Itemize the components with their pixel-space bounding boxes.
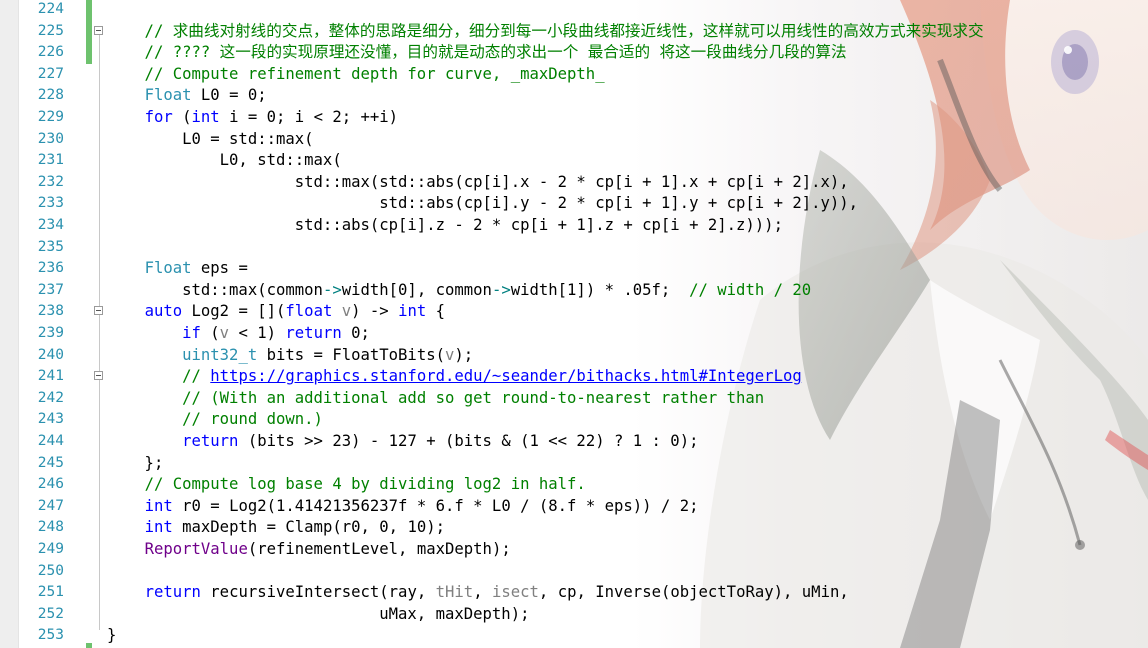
code-text: if (v < 1) return 0; (182, 324, 370, 342)
line-number: 242 (37, 389, 64, 406)
code-line[interactable]: 225 // 求曲线对射线的交点，整体的思路是细分，细分到每一小段曲线都接近线性… (0, 21, 1148, 43)
code-text: L0 = std::max( (107, 129, 314, 148)
code-line[interactable]: 237 std::max(common->width[0], common->w… (0, 280, 1148, 302)
code-line[interactable]: 234 std::abs(cp[i].z - 2 * cp[i + 1].z +… (0, 215, 1148, 237)
code-line[interactable]: 227 // Compute refinement depth for curv… (0, 64, 1148, 86)
code-line[interactable]: 230 L0 = std::max( (0, 129, 1148, 151)
code-line[interactable]: 243 // round down.) (0, 409, 1148, 431)
code-line[interactable]: 228 Float L0 = 0; (0, 85, 1148, 107)
code-line[interactable]: 233 std::abs(cp[i].y - 2 * cp[i + 1].y +… (0, 193, 1148, 215)
code-text: // https://graphics.stanford.edu/~seande… (182, 367, 802, 386)
code-line[interactable]: 226 // ???? 这一段的实现原理还没懂，目的就是动态的求出一个 最合适的… (0, 42, 1148, 64)
code-line[interactable]: 253 } (0, 625, 1148, 647)
line-number: 248 (37, 519, 64, 536)
code-line[interactable]: 246 // Compute log base 4 by dividing lo… (0, 474, 1148, 496)
code-text: std::max(std::abs(cp[i].x - 2 * cp[i + 1… (107, 172, 849, 191)
line-number: 239 (37, 325, 64, 341)
code-line[interactable]: 249 ReportValue(refinementLevel, maxDept… (0, 539, 1148, 561)
code-text: }; (107, 453, 164, 472)
line-number: 230 (37, 130, 64, 147)
code-line[interactable]: 245 }; (0, 453, 1148, 475)
code-line[interactable]: 224 (0, 0, 1148, 21)
code-text: // 求曲线对射线的交点，整体的思路是细分，细分到每一小段曲线都接近线性，这样就… (107, 21, 984, 40)
code-text: auto Log2 = [](float v) -> int { (144, 302, 446, 321)
code-text: uMax, maxDepth); (107, 604, 530, 623)
code-text: L0, std::max( (107, 151, 342, 170)
line-number: 236 (37, 260, 64, 277)
code-line[interactable]: 229 for (int i = 0; i < 2; ++i) (0, 107, 1148, 129)
code-editor[interactable]: 224 225 // 求曲线对射线的交点，整体的思路是细分，细分到每一小段曲线都… (0, 0, 1148, 648)
line-number: 245 (37, 454, 64, 471)
fold-collapse-icon[interactable] (94, 306, 103, 316)
code-line[interactable]: 250 (0, 561, 1148, 583)
code-text: for (int i = 0; i < 2; ++i) (144, 108, 399, 126)
line-number: 238 (37, 303, 64, 320)
code-text: return (bits >> 23) - 127 + (bits & (1 <… (182, 432, 699, 450)
code-text: std::abs(cp[i].z - 2 * cp[i + 1].z + cp[… (107, 216, 783, 234)
code-line[interactable]: 231 L0, std::max( (0, 150, 1148, 172)
code-line[interactable]: 236 Float eps = (0, 258, 1148, 280)
code-line[interactable]: 248 int maxDepth = Clamp(r0, 0, 10); (0, 517, 1148, 539)
line-number: 233 (37, 195, 64, 212)
line-number: 249 (37, 541, 64, 557)
code-line[interactable]: 252 uMax, maxDepth); (0, 604, 1148, 626)
code-text: int r0 = Log2(1.41421356237f * 6.f * L0 … (144, 496, 699, 515)
code-line[interactable]: 241 // https://graphics.stanford.edu/~se… (0, 366, 1148, 388)
line-number: 232 (37, 173, 64, 190)
line-number: 227 (37, 65, 64, 82)
line-number: 229 (37, 109, 64, 125)
line-number: 244 (37, 433, 64, 449)
line-number: 253 (37, 627, 64, 644)
comment-link[interactable]: https://graphics.stanford.edu/~seander/b… (210, 367, 801, 385)
line-number: 246 (37, 476, 64, 493)
code-text: int maxDepth = Clamp(r0, 0, 10); (144, 518, 445, 537)
code-text: // round down.) (182, 410, 323, 429)
line-number: 231 (37, 152, 64, 169)
code-text: // Compute log base 4 by dividing log2 i… (144, 475, 586, 494)
code-line[interactable]: 247 int r0 = Log2(1.41421356237f * 6.f *… (0, 496, 1148, 518)
code-text: std::abs(cp[i].y - 2 * cp[i + 1].y + cp[… (107, 194, 859, 213)
code-line[interactable]: 239 if (v < 1) return 0; (0, 323, 1148, 345)
code-line[interactable]: 240 uint32_t bits = FloatToBits(v); (0, 345, 1148, 367)
code-text: Float L0 = 0; (144, 86, 267, 105)
line-number: 240 (37, 346, 64, 363)
code-line[interactable]: 235 (0, 237, 1148, 259)
code-text: std::max(common->width[0], common->width… (107, 280, 812, 299)
code-text: ReportValue(refinementLevel, maxDepth); (144, 540, 511, 558)
fold-collapse-icon[interactable] (94, 371, 103, 381)
code-text: Float eps = (144, 259, 248, 278)
fold-collapse-icon[interactable] (94, 25, 103, 35)
line-number: 224 (37, 1, 64, 17)
code-text: } (107, 626, 117, 645)
line-number: 241 (37, 368, 64, 385)
code-text: return recursiveIntersect(ray, tHit, ise… (144, 583, 849, 602)
code-text: // (With an additional add so get round-… (182, 388, 765, 407)
line-number: 228 (37, 87, 64, 104)
code-line[interactable]: 238 auto Log2 = [](float v) -> int { (0, 301, 1148, 323)
line-number: 234 (37, 217, 64, 233)
code-line[interactable]: 251 return recursiveIntersect(ray, tHit,… (0, 582, 1148, 604)
line-number: 237 (37, 281, 64, 298)
code-text: // Compute refinement depth for curve, _… (107, 64, 605, 83)
line-number: 235 (37, 238, 64, 255)
line-number: 250 (37, 562, 64, 579)
line-number: 247 (37, 497, 64, 514)
code-line[interactable]: 242 // (With an additional add so get ro… (0, 388, 1148, 410)
code-text: uint32_t bits = FloatToBits(v); (182, 345, 474, 364)
code-line[interactable]: 232 std::max(std::abs(cp[i].x - 2 * cp[i… (0, 172, 1148, 194)
line-number: 251 (37, 584, 64, 601)
code-line[interactable]: 244 return (bits >> 23) - 127 + (bits & … (0, 431, 1148, 453)
line-number: 252 (37, 605, 64, 622)
line-number: 226 (37, 44, 64, 61)
line-number: 243 (37, 411, 64, 428)
code-text: // ???? 这一段的实现原理还没懂，目的就是动态的求出一个 最合适的 将这一… (107, 43, 847, 62)
line-number: 225 (37, 22, 64, 39)
